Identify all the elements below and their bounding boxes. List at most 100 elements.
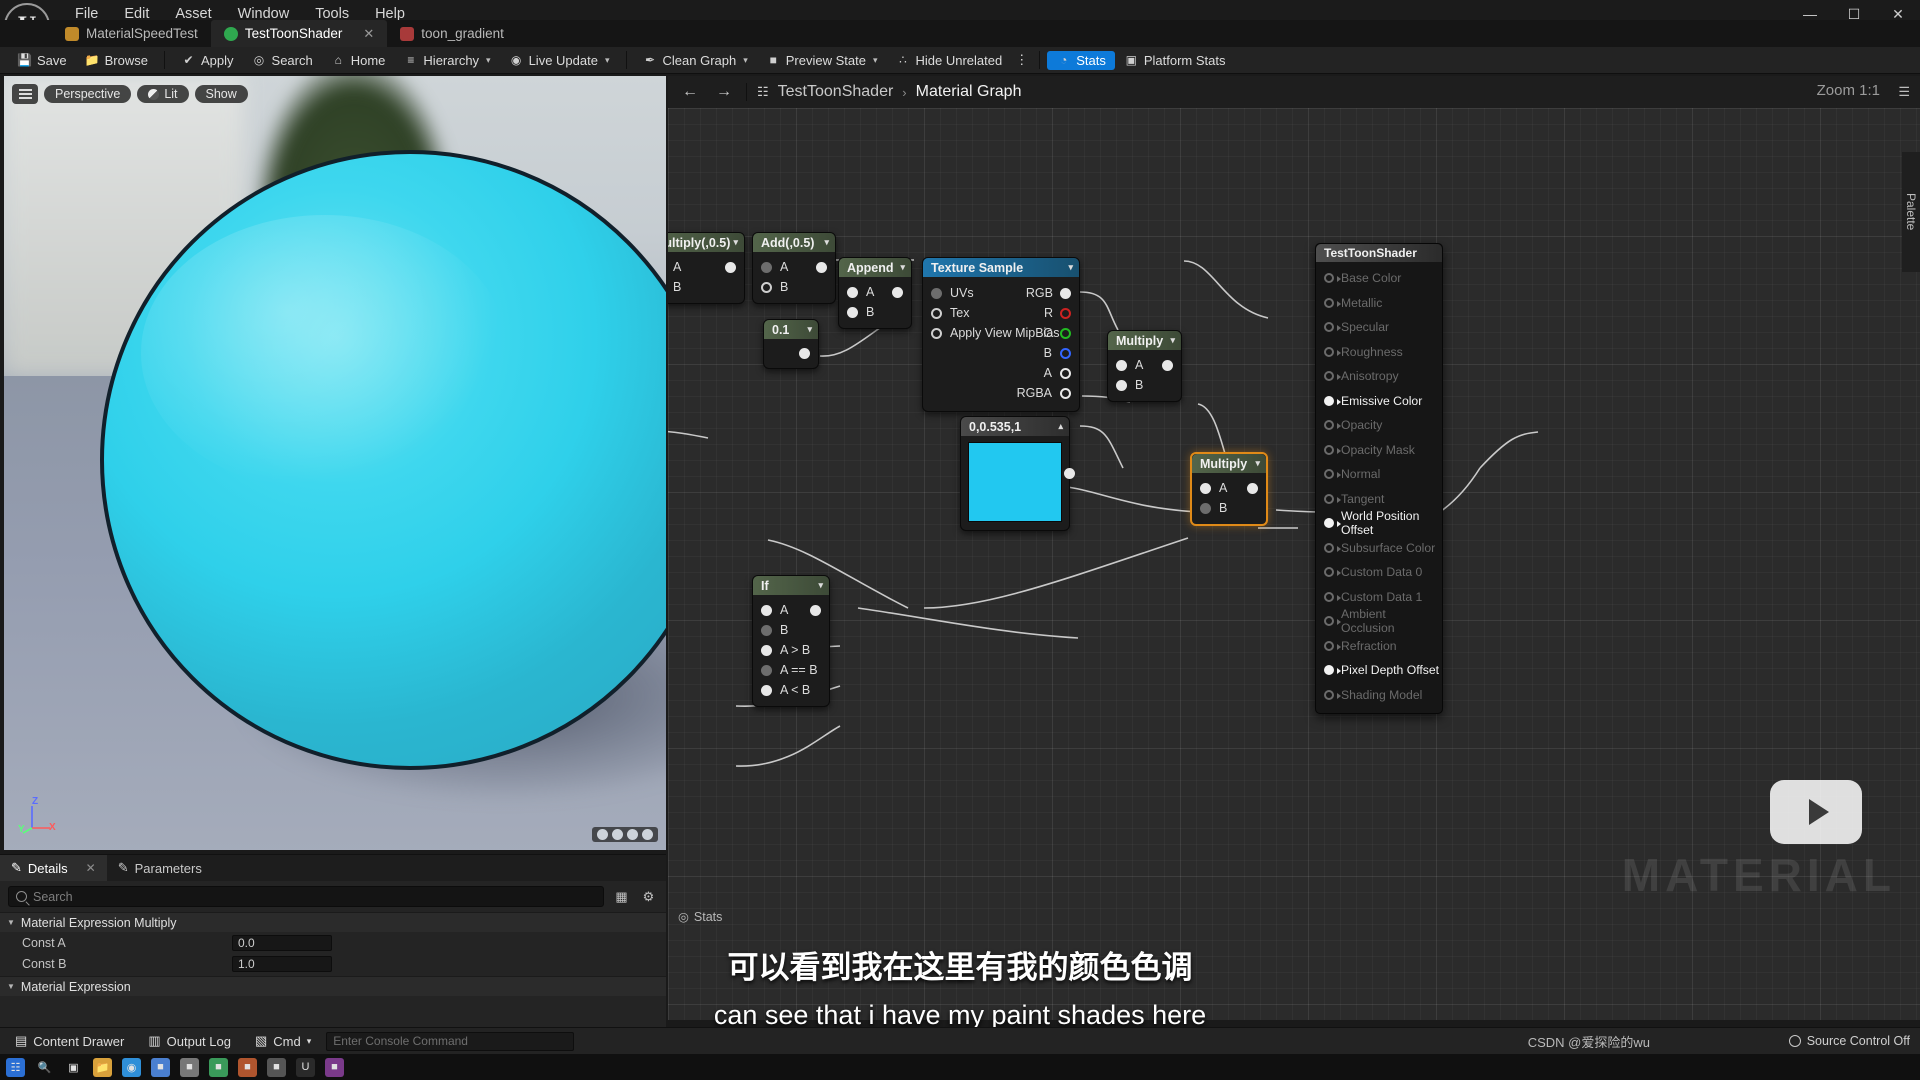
platform-stats-button[interactable]: ▣ Platform Stats: [1115, 51, 1235, 70]
input-pin-tex[interactable]: [931, 307, 942, 319]
output-row-anisotropy[interactable]: Anisotropy: [1316, 364, 1442, 389]
chevron-down-icon[interactable]: ▾: [900, 262, 905, 273]
node-constant-color[interactable]: 0,0.535,1 ▴: [960, 416, 1075, 531]
input-pin-uvs[interactable]: [931, 287, 942, 299]
output-pin[interactable]: [1324, 346, 1341, 357]
toolbar-overflow-button[interactable]: ⋮: [1011, 50, 1032, 70]
viewport-bottom-controls[interactable]: [592, 827, 658, 842]
live-update-button[interactable]: ◉ Live Update ▾: [500, 51, 619, 70]
output-pin[interactable]: [1324, 444, 1341, 455]
output-row-opacity-mask[interactable]: Opacity Mask: [1316, 438, 1442, 463]
output-row-ambient-occlusion[interactable]: Ambient Occlusion: [1316, 607, 1442, 635]
chevron-down-icon[interactable]: ▾: [743, 55, 748, 66]
node-header[interactable]: Append ▾: [839, 258, 911, 277]
chevron-down-icon[interactable]: ▾: [1068, 262, 1073, 273]
tab-testtoonshader[interactable]: TestToonShader ✕: [210, 20, 388, 47]
input-pin-b[interactable]: [847, 306, 858, 318]
input-pin-a[interactable]: [1200, 482, 1211, 494]
input-pin-a-gt-b[interactable]: [761, 644, 772, 656]
material-output-node[interactable]: TestToonShader Base Color Metallic Specu…: [1315, 243, 1443, 714]
node-header[interactable]: Multiply ▾: [1108, 331, 1181, 350]
graph-menu-icon[interactable]: ☰: [1898, 84, 1910, 100]
search-input[interactable]: Search: [8, 886, 604, 907]
output-pin[interactable]: [1324, 665, 1341, 676]
node-header[interactable]: Multiply(,0.5) ▾: [668, 233, 744, 252]
viewport-control-dot[interactable]: [612, 829, 623, 840]
console-command-input[interactable]: Enter Console Command: [326, 1031, 575, 1051]
node-header[interactable]: TestToonShader: [1316, 244, 1442, 262]
output-pin-r[interactable]: [1060, 307, 1071, 319]
input-pin-a-eq-b[interactable]: [761, 664, 772, 676]
chevron-down-icon[interactable]: ▾: [818, 580, 823, 591]
node-header[interactable]: Add(,0.5) ▾: [753, 233, 835, 252]
output-pin-a[interactable]: [1060, 367, 1071, 379]
output-pin[interactable]: [1324, 322, 1341, 333]
gear-icon[interactable]: ⚙: [639, 887, 658, 906]
clean-graph-button[interactable]: ✒ Clean Graph ▾: [634, 51, 757, 70]
home-button[interactable]: ⌂ Home: [322, 51, 395, 70]
output-row-world-position-offset[interactable]: World Position Offset: [1316, 509, 1442, 537]
chevron-down-icon[interactable]: ▾: [733, 237, 738, 248]
input-pin-a-lt-b[interactable]: [761, 684, 772, 696]
back-button[interactable]: ←: [678, 81, 702, 103]
output-pin[interactable]: [1247, 482, 1258, 494]
perspective-dropdown[interactable]: Perspective: [44, 85, 132, 103]
node-multiply-a[interactable]: Multiply ▾ A B: [1107, 330, 1182, 402]
output-pin-b[interactable]: [1060, 347, 1071, 359]
input-pin-a[interactable]: [847, 286, 858, 298]
graph-canvas[interactable]: ▾ Dot ▾ A B: [668, 108, 1920, 1020]
input-pin-a[interactable]: [761, 261, 772, 273]
node-header[interactable]: 0.1 ▾: [764, 320, 818, 339]
app-icon[interactable]: ■: [238, 1057, 257, 1077]
save-button[interactable]: 💾 Save: [8, 51, 76, 70]
output-pin[interactable]: [1324, 420, 1341, 431]
output-pin[interactable]: [1324, 469, 1341, 480]
output-pin[interactable]: [1324, 371, 1341, 382]
source-control-status[interactable]: Source Control Off: [1788, 1034, 1910, 1048]
node-header[interactable]: If ▾: [753, 576, 829, 595]
task-view-icon[interactable]: ▣: [64, 1058, 83, 1077]
node-append[interactable]: Append ▾ A B: [838, 257, 912, 329]
output-pin[interactable]: [810, 604, 821, 616]
output-pin[interactable]: [892, 286, 903, 298]
viewport-control-dot[interactable]: [597, 829, 608, 840]
hamburger-icon[interactable]: [12, 84, 38, 104]
viewport-control-dot[interactable]: [627, 829, 638, 840]
forward-button[interactable]: →: [712, 81, 736, 103]
output-pin[interactable]: [1324, 297, 1341, 308]
chevron-down-icon[interactable]: ▴: [1058, 421, 1063, 432]
output-pin[interactable]: [1324, 493, 1341, 504]
chevron-down-icon[interactable]: ▾: [807, 324, 812, 335]
output-pin[interactable]: [725, 261, 736, 273]
node-if[interactable]: If ▾ A B A > B A == B A < B: [752, 575, 830, 707]
output-row-custom-data-0[interactable]: Custom Data 0: [1316, 560, 1442, 585]
node-texture-sample[interactable]: Texture Sample ▾ UVs RGB Tex R Apply Vie…: [922, 257, 1080, 412]
output-pin[interactable]: [1324, 640, 1341, 651]
unreal-taskbar-icon[interactable]: U: [296, 1057, 315, 1077]
node-multiply-05[interactable]: Multiply(,0.5) ▾ A B: [668, 232, 745, 304]
output-pin[interactable]: [1324, 591, 1341, 602]
output-pin-rgba[interactable]: [1060, 387, 1071, 399]
node-header[interactable]: Multiply ▾: [1192, 454, 1266, 473]
close-icon[interactable]: ✕: [86, 861, 96, 875]
output-pin[interactable]: [1324, 567, 1341, 578]
app-icon[interactable]: ■: [180, 1057, 199, 1077]
node-add-05[interactable]: Add(,0.5) ▾ A B: [752, 232, 836, 304]
search-icon[interactable]: 🔍: [35, 1058, 54, 1077]
output-row-roughness[interactable]: Roughness: [1316, 340, 1442, 365]
output-pin-rgb[interactable]: [1060, 287, 1071, 299]
app-icon[interactable]: ■: [151, 1057, 170, 1077]
content-drawer-button[interactable]: ▤ Content Drawer: [6, 1031, 133, 1051]
output-row-subsurface-color[interactable]: Subsurface Color: [1316, 536, 1442, 561]
cmd-button[interactable]: ▧ Cmd ▾: [246, 1031, 320, 1051]
output-row-opacity[interactable]: Opacity: [1316, 413, 1442, 438]
breadcrumb-asset[interactable]: TestToonShader: [778, 83, 894, 101]
lit-dropdown[interactable]: Lit: [137, 85, 189, 103]
preview-state-button[interactable]: ■ Preview State ▾: [757, 51, 887, 70]
output-pin[interactable]: [1064, 468, 1075, 479]
start-icon[interactable]: ☷: [6, 1057, 25, 1077]
browser-icon[interactable]: ◉: [122, 1057, 141, 1077]
input-pin-b[interactable]: [761, 281, 772, 293]
chevron-down-icon[interactable]: ▾: [307, 1036, 312, 1047]
output-pin[interactable]: [1324, 689, 1341, 700]
